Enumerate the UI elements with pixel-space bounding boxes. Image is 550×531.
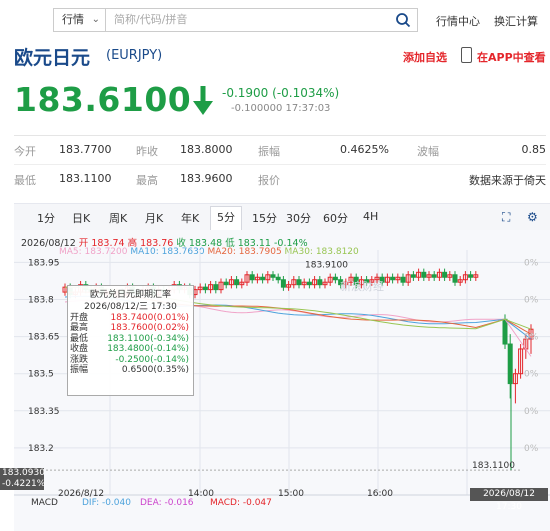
candle-body [410, 274, 416, 278]
candle-body [270, 274, 276, 278]
tooltip-row: 开盘 183.7400(0.01%) [68, 313, 193, 323]
candle-body [400, 276, 406, 283]
x-axis-label: 16:00 [367, 489, 393, 499]
y-axis-pct-label: 0% [524, 444, 539, 454]
macd-value: MACD: -0.047 [210, 498, 272, 508]
y-axis-label: 183.35 [28, 407, 60, 417]
candle-body [306, 281, 312, 286]
tooltip-value: 0.6500(0.35%) [121, 364, 189, 375]
candle-body [213, 284, 219, 291]
candle-body [390, 276, 396, 281]
candlestick-chart[interactable]: 183.95 0% 183.8 0% 183.65 0% 183.5 0% 183.35 0% 18… [0, 0, 550, 531]
current-price-label: 183.0930 -0.4221% [0, 468, 46, 490]
candle-body [275, 276, 281, 281]
tooltip-value: 183.1100(-0.34%) [107, 333, 189, 344]
macd-label: MACD [31, 498, 58, 508]
y-axis-label: 183.5 [28, 370, 54, 380]
candle-body [468, 274, 474, 278]
current-price-value: 183.0930 [2, 468, 45, 478]
crosshair-tooltip: 欧元兑日元即期汇率 2026/08/12/三 17:30 开盘 183.7400(… [67, 285, 194, 396]
candle-body [317, 279, 323, 286]
candle-body [234, 279, 240, 286]
macd-dif: DIF: -0.040 [82, 498, 131, 508]
tooltip-row: 收盘 183.4800(-0.14%) [68, 344, 193, 354]
low-marker: 183.1100 [472, 461, 515, 471]
tooltip-row: 最低 183.1100(-0.34%) [68, 334, 193, 344]
candle-body [452, 274, 458, 283]
x-axis-label: 15:00 [278, 489, 304, 499]
candle-body [507, 343, 513, 385]
current-price-pct: -0.4221% [2, 479, 46, 489]
candle-body [431, 274, 437, 278]
tooltip-value: 183.7400(0.01%) [110, 313, 189, 323]
macd-dea: DEA: -0.016 [140, 498, 194, 508]
high-marker: 183.9100 [305, 260, 348, 270]
tooltip-key: 最低 [70, 333, 89, 344]
candle-body [260, 276, 266, 281]
candle-body [502, 318, 508, 345]
candle-body [296, 279, 302, 286]
tooltip-row: 涨跌 -0.2500(-0.14%) [68, 355, 193, 365]
y-axis-pct-label: 0% [524, 296, 539, 306]
y-axis-label: 183.8 [28, 296, 54, 306]
y-axis-label: 183.65 [28, 333, 60, 343]
tooltip-key: 收盘 [70, 344, 89, 355]
y-axis-pct-label: 0% [524, 370, 539, 380]
candle-body [280, 279, 286, 288]
candle-body [249, 274, 255, 281]
tooltip-value: 183.4800(-0.14%) [107, 344, 189, 355]
tooltip-row: 最高 183.7600(0.02%) [68, 323, 193, 333]
candle-body [223, 281, 229, 286]
tooltip-title: 欧元兑日元即期汇率 [89, 290, 171, 300]
tooltip-key: 开盘 [70, 313, 89, 323]
candle-body [442, 271, 448, 278]
tooltip-key: 最高 [70, 323, 89, 334]
tooltip-datetime: 2026/08/12/三 17:30 [84, 302, 177, 312]
tooltip-key: 振幅 [70, 364, 89, 375]
candle-body [421, 271, 427, 278]
tooltip-value: 183.7600(0.02%) [110, 323, 189, 334]
y-axis-pct-label: 0% [524, 258, 539, 268]
tooltip-value: -0.2500(-0.14%) [115, 354, 189, 365]
tooltip-key: 涨跌 [70, 354, 89, 365]
tooltip-row: 振幅 0.6500(0.35%) [68, 365, 193, 375]
y-axis-pct-label: 0% [524, 407, 539, 417]
y-axis-pct-label: 0% [524, 333, 539, 343]
candle-body [332, 276, 338, 281]
watermark: 新浪财经 [340, 279, 384, 293]
y-axis-label: 183.95 [28, 258, 60, 268]
crosshair-time-label: 2026/08/12 17:30 [470, 488, 548, 512]
y-axis-label: 183.2 [28, 444, 54, 454]
candle-body [202, 286, 208, 291]
